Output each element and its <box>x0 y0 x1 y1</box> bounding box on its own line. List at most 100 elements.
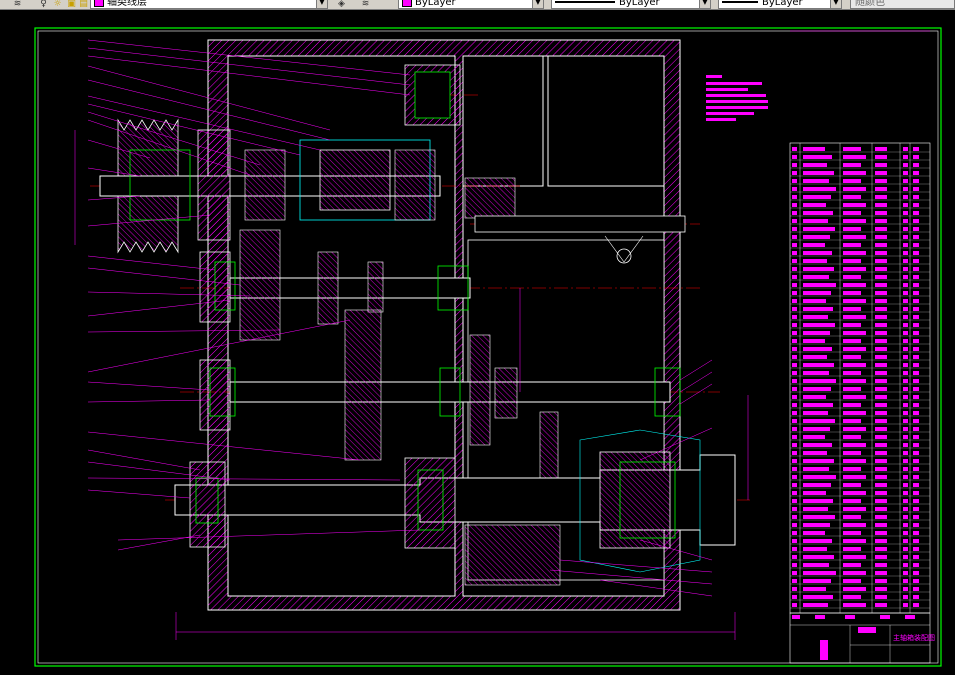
parts-list-cell <box>913 307 919 311</box>
parts-list-cell <box>903 307 908 311</box>
parts-list-cell <box>843 171 866 175</box>
sun-icon[interactable]: ☼ <box>52 0 63 9</box>
parts-list-cell <box>903 419 908 423</box>
parts-list-cell <box>875 347 887 351</box>
parts-list-cell <box>913 235 919 239</box>
parts-list-cell <box>843 235 866 239</box>
chevron-down-icon[interactable]: ▼ <box>699 0 710 8</box>
parts-list-cell <box>913 531 919 535</box>
parts-list-cell <box>792 179 797 183</box>
parts-list-cell <box>792 499 797 503</box>
freeze-icon[interactable]: ▤ <box>78 0 89 9</box>
parts-list-cell <box>875 195 887 199</box>
plotstyle-dropdown[interactable]: 随颜色 <box>850 0 955 9</box>
parts-list-cell <box>875 443 887 447</box>
parts-list-cell <box>803 539 832 543</box>
parts-list-cell <box>875 547 887 551</box>
parts-list-cell <box>903 459 908 463</box>
parts-list-cell <box>803 395 826 399</box>
lineweight-dropdown[interactable]: ByLayer ▼ <box>718 0 842 9</box>
parts-list-cell <box>875 155 887 159</box>
parts-list-cell <box>875 219 887 223</box>
parts-list-cell <box>903 315 908 319</box>
parts-list-cell <box>913 443 919 447</box>
parts-list-cell <box>843 251 866 255</box>
parts-list-cell <box>903 403 908 407</box>
parts-list-cell <box>843 219 866 223</box>
layer-previous-icon[interactable]: ≋ <box>360 0 371 9</box>
parts-list-cell <box>913 379 919 383</box>
parts-list-cell <box>913 411 919 415</box>
parts-list-cell <box>875 459 887 463</box>
parts-list-cell <box>913 347 919 351</box>
parts-list-cell <box>903 443 908 447</box>
parts-list-cell <box>792 331 797 335</box>
parts-list-cell <box>803 419 835 423</box>
parts-list-cell <box>843 195 861 199</box>
parts-list-cell <box>803 291 831 295</box>
parts-list-cell <box>803 211 833 215</box>
parts-list-cell <box>913 491 919 495</box>
parts-list-cell <box>875 363 887 367</box>
parts-list-cell <box>875 171 887 175</box>
parts-list-cell <box>875 419 887 423</box>
parts-list-cell <box>792 363 797 367</box>
title-block: 主轴箱装配图 <box>789 612 935 664</box>
parts-list-cell <box>803 315 828 319</box>
chevron-down-icon[interactable]: ▼ <box>830 0 841 8</box>
linetype-value: ByLayer <box>619 0 660 8</box>
lightbulb-icon[interactable]: ♀ <box>38 0 49 9</box>
parts-list-cell <box>792 155 797 159</box>
layers-icon[interactable]: ≋ <box>12 0 23 9</box>
color-dropdown[interactable]: ByLayer ▼ <box>398 0 544 9</box>
parts-list-cell <box>803 411 828 415</box>
parts-list-cell <box>843 179 861 183</box>
drawing-canvas[interactable]: 主轴箱装配图 <box>0 10 955 675</box>
parts-list-cell <box>803 515 835 519</box>
parts-list-cell <box>903 595 908 599</box>
parts-list-cell <box>792 187 797 191</box>
parts-list-cell <box>903 491 908 495</box>
parts-list-cell <box>913 187 919 191</box>
parts-list-cell <box>843 227 861 231</box>
parts-list-cell <box>843 339 861 343</box>
layer-color-swatch <box>94 0 104 7</box>
parts-list-cell <box>903 379 908 383</box>
parts-list-cell <box>903 427 908 431</box>
parts-list-cell <box>903 299 908 303</box>
parts-list-cell <box>843 371 861 375</box>
parts-list-cell <box>803 603 828 607</box>
parts-list-cell <box>843 323 861 327</box>
parts-list-cell <box>843 499 861 503</box>
parts-list-cell <box>792 595 797 599</box>
parts-list-cell <box>792 547 797 551</box>
parts-list-cell <box>913 163 919 167</box>
make-current-icon[interactable]: ◈ <box>336 0 347 9</box>
parts-list-cell <box>875 515 887 519</box>
parts-list-cell <box>792 395 797 399</box>
parts-list-cell <box>792 251 797 255</box>
parts-list-cell <box>913 363 919 367</box>
linetype-dropdown[interactable]: ByLayer ▼ <box>551 0 711 9</box>
parts-list-cell <box>792 323 797 327</box>
parts-list-cell <box>913 283 919 287</box>
parts-list-cell <box>803 387 831 391</box>
parts-list-cell <box>843 147 861 151</box>
parts-list-cell <box>843 419 861 423</box>
parts-list-cell <box>903 563 908 567</box>
color-value: ByLayer <box>415 0 456 8</box>
parts-list-cell <box>913 475 919 479</box>
parts-list-cell <box>843 459 866 463</box>
chevron-down-icon[interactable]: ▼ <box>532 0 543 8</box>
lock-icon[interactable]: ▣ <box>66 0 77 9</box>
parts-list-cell <box>913 315 919 319</box>
parts-list-cell <box>903 579 908 583</box>
layer-dropdown[interactable]: 轴类线层 ▼ <box>90 0 328 9</box>
parts-list-cell <box>913 211 919 215</box>
parts-list-cell <box>903 539 908 543</box>
chevron-down-icon[interactable]: ▼ <box>316 0 327 8</box>
parts-list-cell <box>792 555 797 559</box>
parts-list-cell <box>903 339 908 343</box>
parts-list-cell <box>803 227 835 231</box>
parts-list-cell <box>803 355 827 359</box>
